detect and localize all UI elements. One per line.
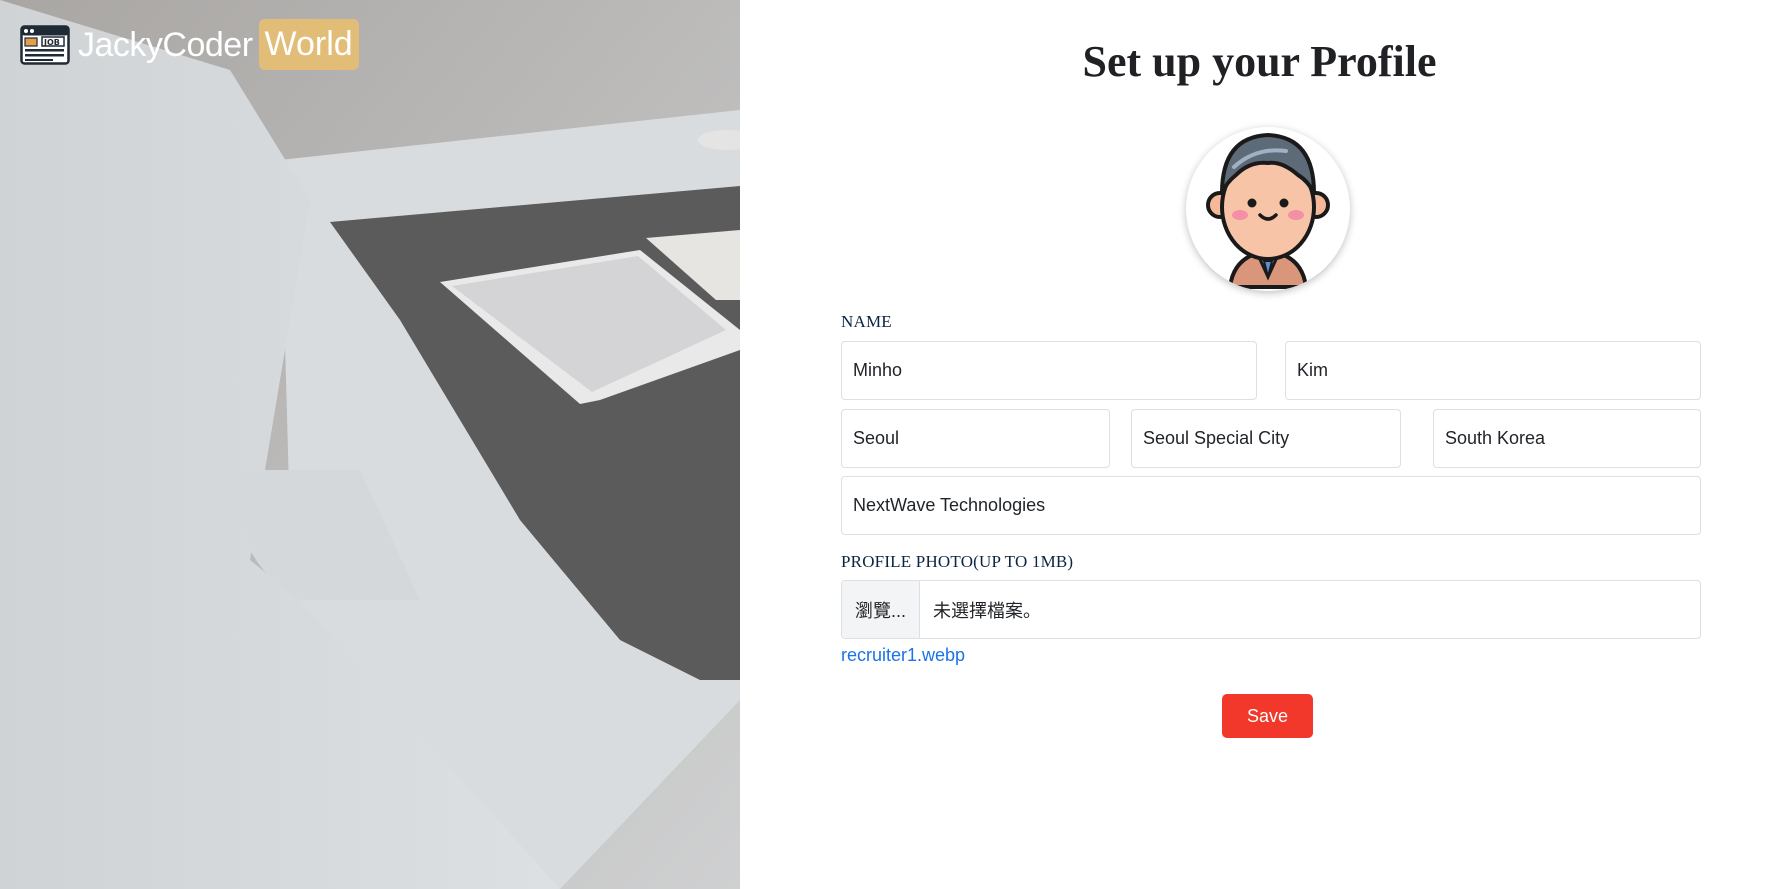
background-photo-panel: JOB JackyCoder World: [0, 0, 740, 889]
first-name-field[interactable]: Minho: [841, 341, 1257, 400]
brand-logo[interactable]: JOB JackyCoder World: [20, 19, 359, 70]
svg-text:JOB: JOB: [43, 38, 60, 47]
profile-photo-file-input[interactable]: 瀏覽... 未選擇檔案。: [841, 580, 1701, 639]
job-board-icon: JOB: [20, 24, 70, 65]
last-name-field[interactable]: Kim: [1285, 341, 1701, 400]
company-field[interactable]: NextWave Technologies: [841, 476, 1701, 535]
current-photo-link[interactable]: recruiter1.webp: [841, 645, 965, 666]
profile-avatar: [1186, 127, 1350, 291]
brand-name: JackyCoder: [78, 25, 253, 64]
city-field[interactable]: Seoul: [841, 409, 1110, 468]
country-field[interactable]: South Korea: [1433, 409, 1701, 468]
desk-photo: [0, 0, 740, 889]
browse-button[interactable]: 瀏覽...: [842, 581, 921, 638]
state-field[interactable]: Seoul Special City: [1131, 409, 1401, 468]
profile-photo-label: PROFILE PHOTO(UP TO 1MB): [841, 552, 1074, 571]
brand-highlight: World: [258, 19, 359, 70]
profile-form-panel: Set up your Profile NAME Minho Kim Seoul…: [740, 0, 1779, 889]
save-button[interactable]: Save: [1222, 694, 1313, 738]
page-title: Set up your Profile: [1082, 37, 1437, 86]
name-section-label: NAME: [841, 312, 892, 331]
file-status-text: 未選擇檔案。: [933, 600, 1042, 621]
recruiter-avatar-icon: [1206, 132, 1330, 289]
